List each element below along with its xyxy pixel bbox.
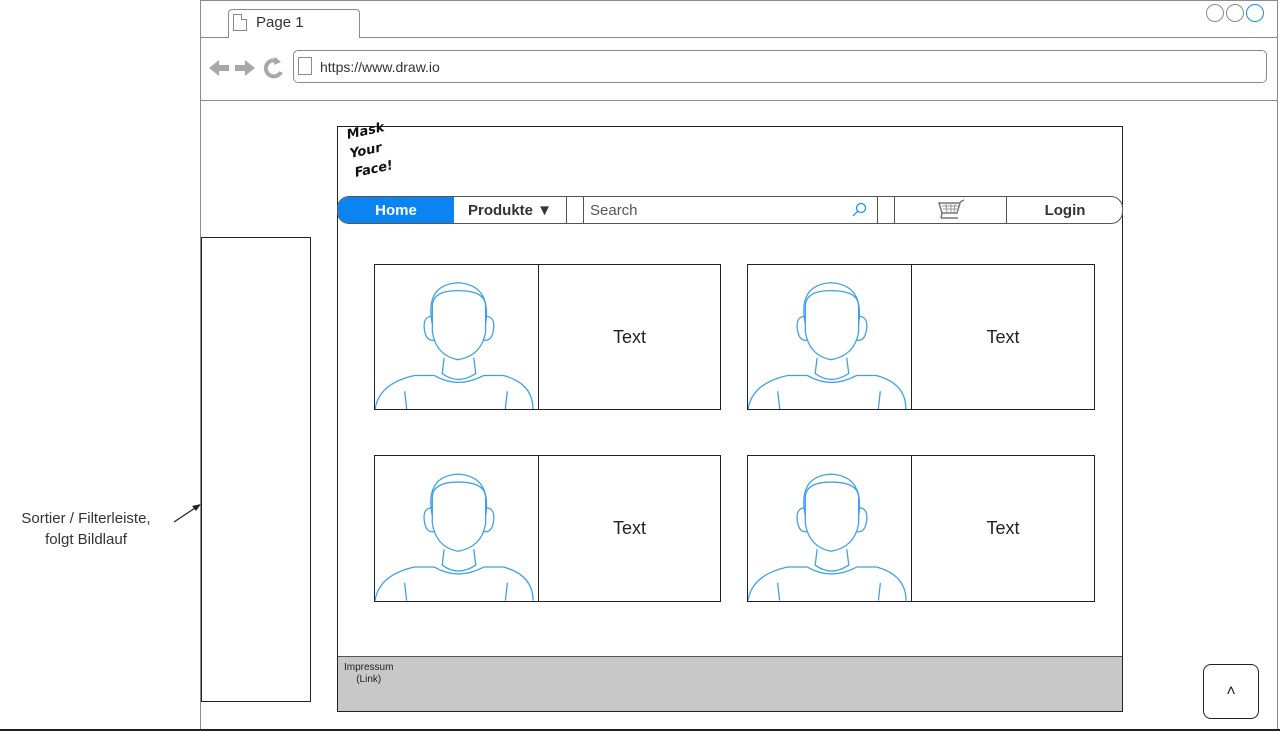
login-button[interactable]: Login bbox=[1007, 197, 1122, 223]
person-avatar-icon bbox=[375, 282, 534, 409]
person-avatar-icon bbox=[748, 282, 907, 409]
impressum-link[interactable]: Impressum (Link) bbox=[344, 662, 393, 686]
tab-divider bbox=[201, 37, 1277, 38]
product-text[interactable]: Text bbox=[538, 455, 721, 602]
cart-button[interactable] bbox=[895, 197, 1007, 223]
person-avatar-icon bbox=[375, 473, 534, 601]
page-icon bbox=[233, 14, 247, 31]
annotation-line: Sortier / Filterleiste, bbox=[21, 510, 151, 527]
browser-navigation bbox=[209, 57, 283, 79]
product-text[interactable]: Text bbox=[538, 264, 721, 410]
product-image[interactable] bbox=[747, 455, 912, 602]
main-navigation: Home Produkte ▼ Search Login bbox=[337, 196, 1123, 224]
product-image[interactable] bbox=[374, 455, 539, 602]
reload-icon[interactable] bbox=[263, 57, 283, 79]
search-input[interactable]: Search bbox=[584, 197, 878, 223]
tab-label: Page 1 bbox=[256, 14, 304, 31]
nav-spacer bbox=[878, 197, 895, 223]
product-image[interactable] bbox=[374, 264, 539, 410]
person-avatar-icon bbox=[748, 473, 907, 601]
impressum-link-label: (Link) bbox=[356, 674, 382, 685]
scroll-to-top-button[interactable]: ˄ bbox=[1203, 664, 1259, 719]
search-placeholder: Search bbox=[590, 201, 638, 219]
impressum-link-label: Impressum bbox=[344, 662, 394, 673]
back-arrow-icon[interactable] bbox=[209, 60, 229, 76]
toolbar-divider bbox=[201, 100, 1277, 101]
product-text[interactable]: Text bbox=[911, 264, 1095, 410]
search-icon[interactable] bbox=[851, 202, 867, 218]
page-icon bbox=[298, 57, 312, 75]
forward-arrow-icon[interactable] bbox=[235, 60, 255, 76]
annotation-arrow-icon bbox=[173, 504, 201, 523]
logo: Mask Your Face! bbox=[345, 120, 415, 196]
window-control-circle-icon[interactable] bbox=[1226, 4, 1244, 22]
product-image[interactable] bbox=[747, 264, 912, 410]
product-text[interactable]: Text bbox=[911, 455, 1095, 602]
annotation-line: folgt Bildlauf bbox=[45, 531, 127, 548]
url-text[interactable]: https://www.draw.io bbox=[320, 59, 440, 75]
shopping-cart-icon bbox=[937, 199, 964, 219]
nav-produkte-dropdown[interactable]: Produkte ▼ bbox=[454, 197, 567, 223]
nav-spacer bbox=[567, 197, 584, 223]
nav-home[interactable]: Home bbox=[338, 197, 454, 223]
page-footer bbox=[338, 656, 1122, 711]
window-controls bbox=[1206, 4, 1272, 24]
window-control-circle-icon[interactable] bbox=[1246, 4, 1264, 22]
filter-sidebar bbox=[201, 237, 311, 702]
annotation-note: Sortier / Filterleiste, folgt Bildlauf bbox=[0, 508, 172, 550]
window-control-circle-icon[interactable] bbox=[1206, 4, 1224, 22]
